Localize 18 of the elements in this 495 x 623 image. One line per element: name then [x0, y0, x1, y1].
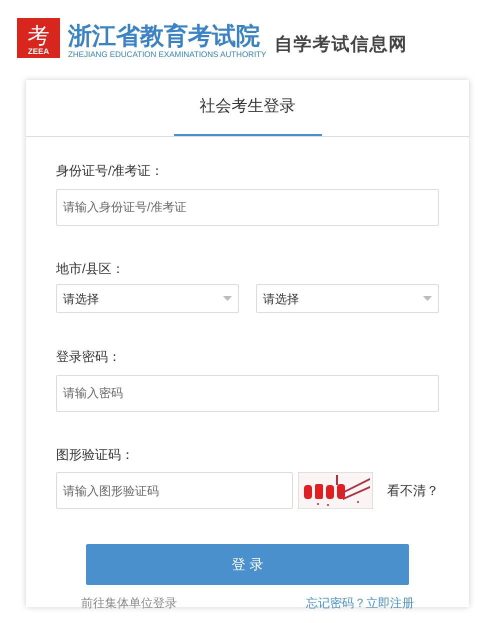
region-label: 地市/县区： [56, 260, 125, 278]
region-select[interactable]: 请选择 [56, 284, 239, 313]
captcha-field[interactable]: 请输入图形验证码 [56, 472, 293, 509]
org-name: 浙江省教育考试院 [68, 22, 261, 50]
password-field[interactable]: 请输入密码 [56, 374, 439, 412]
login-tab[interactable]: 社会考生登录 [174, 80, 322, 136]
caret-icon [423, 296, 432, 301]
logo: 考 ZEEA [17, 18, 60, 58]
caret-icon [223, 296, 232, 301]
refresh-captcha-link[interactable]: 看不清？ [387, 480, 439, 500]
id-number-field[interactable]: 请输入身份证号/准考证 [56, 188, 439, 226]
site-name: 自学考试信息网 [274, 33, 408, 56]
region-select[interactable]: 请选择 [256, 284, 439, 313]
password-label: 登录密码： [56, 348, 121, 366]
org-name-english: ZHEJIANG EDUCATION EXAMINATIONS AUTHORITY [68, 50, 266, 60]
group-login-link[interactable]: 前往集体单位登录 [81, 594, 177, 612]
captcha-label: 图形验证码： [56, 446, 134, 464]
id-number-label: 身份证号/准考证： [56, 162, 164, 180]
